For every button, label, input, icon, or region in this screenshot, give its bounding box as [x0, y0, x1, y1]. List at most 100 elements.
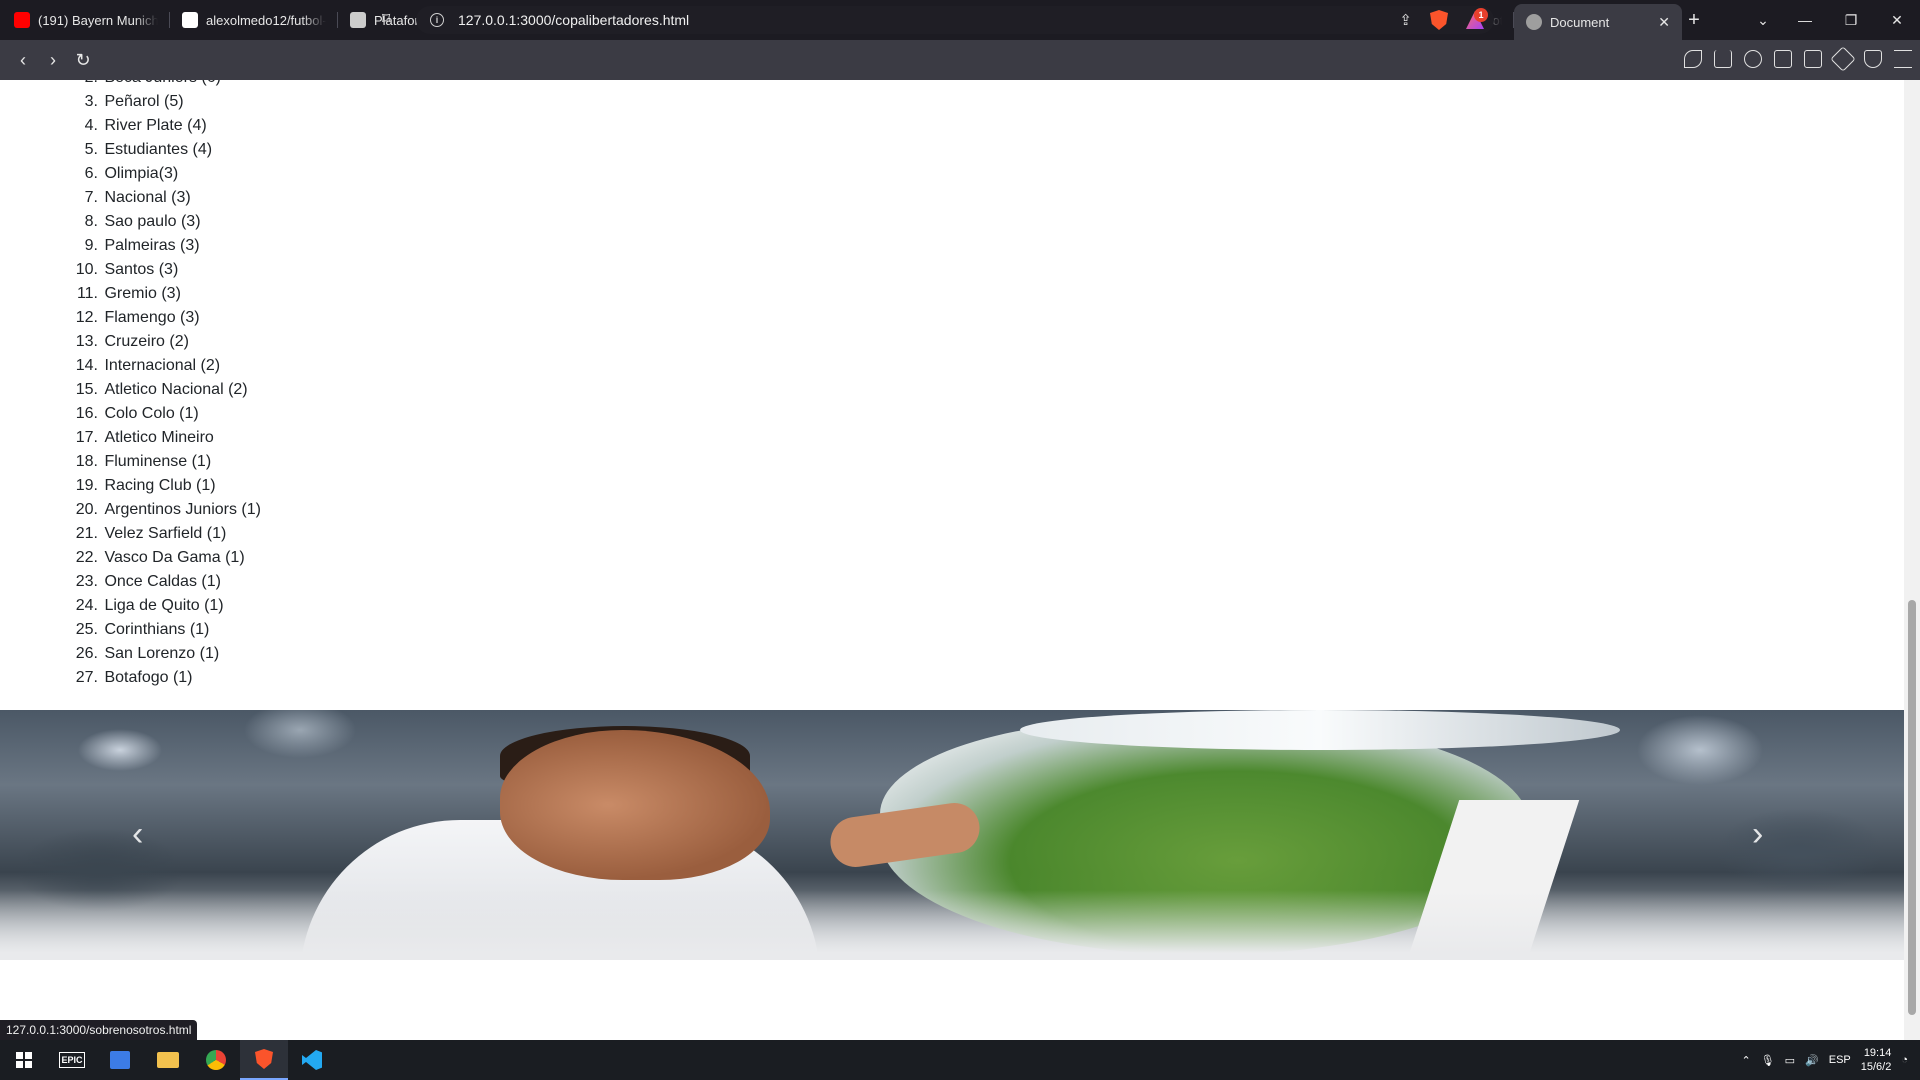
list-item: 15. Atletico Nacional (2) — [0, 378, 600, 402]
carousel-prev-icon[interactable]: ‹ — [132, 815, 143, 854]
epic-games-label: EPIC — [59, 1052, 85, 1068]
restore-button[interactable]: ❐ — [1828, 0, 1874, 40]
menu-icon[interactable] — [1894, 50, 1912, 68]
brave-taskbar-icon[interactable] — [240, 1040, 288, 1080]
list-item-label: Vasco Da Gama (1) — [104, 549, 245, 566]
list-item-number: 24. — [75, 597, 98, 614]
tab-0[interactable]: (191) Bayern Munich 1 — [2, 0, 170, 40]
list-item-number: 10. — [75, 261, 98, 278]
scrollbar-thumb[interactable] — [1908, 600, 1916, 1015]
close-tab-icon[interactable]: ✕ — [1658, 14, 1670, 31]
list-item-label: Corinthians (1) — [104, 621, 210, 638]
share-icon[interactable]: ⇪ — [1399, 11, 1412, 29]
tab-title: (191) Bayern Munich 1 — [38, 12, 158, 28]
extensions-icon[interactable] — [1684, 50, 1702, 68]
list-item-label: Argentinos Juniors (1) — [104, 501, 261, 518]
list-item-number: 7. — [84, 189, 98, 206]
github-icon — [182, 12, 198, 28]
list-item-label: Flamengo (3) — [104, 309, 200, 326]
media-icon[interactable] — [1744, 50, 1762, 68]
list-item-label: Fluminense (1) — [104, 453, 212, 470]
list-item-label: Once Caldas (1) — [104, 573, 221, 590]
list-item: 19. Racing Club (1) — [0, 474, 600, 498]
reload-button[interactable]: ↻ — [68, 45, 98, 75]
tray-overflow-icon[interactable]: ⌃ — [1741, 1054, 1750, 1067]
file-explorer-icon[interactable] — [144, 1040, 192, 1080]
clock[interactable]: 19:14 15/6/2 — [1861, 1046, 1892, 1074]
store-icon[interactable] — [96, 1040, 144, 1080]
brave-shields-icon[interactable] — [1430, 10, 1448, 30]
new-tab-button[interactable]: + — [1676, 0, 1712, 40]
list-item: 24. Liga de Quito (1) — [0, 594, 600, 618]
list-item-label: River Plate (4) — [104, 117, 207, 134]
list-item-number: 11. — [76, 285, 98, 302]
address-bar[interactable]: i 127.0.0.1:3000/copalibertadores.html ⇪ — [416, 6, 1494, 34]
list-item: 22. Vasco Da Gama (1) — [0, 546, 600, 570]
downloads-icon[interactable] — [1714, 50, 1732, 68]
list-item-label: Atletico Mineiro — [104, 429, 214, 446]
list-item-number: 4. — [84, 117, 98, 134]
youtube-icon — [14, 12, 30, 28]
list-item-label: Liga de Quito (1) — [104, 597, 224, 614]
vscode-icon[interactable] — [288, 1040, 336, 1080]
volume-icon[interactable]: 🔊 — [1805, 1054, 1819, 1067]
list-item-number: 22. — [75, 549, 98, 566]
page-scrollbar[interactable] — [1904, 80, 1920, 1040]
forward-button[interactable]: › — [38, 45, 68, 75]
clock-date: 15/6/2 — [1860, 1061, 1892, 1073]
tab-1[interactable]: alexolmedo12/futbol- — [170, 0, 338, 40]
list-item-number: 23. — [75, 573, 98, 590]
close-window-button[interactable]: ✕ — [1874, 0, 1920, 40]
minimize-button[interactable]: — — [1782, 0, 1828, 40]
globe-icon — [1526, 14, 1542, 30]
list-item: 18. Fluminense (1) — [0, 450, 600, 474]
vpn-shield-icon[interactable] — [1864, 50, 1882, 68]
list-item-number: 15. — [75, 381, 98, 398]
wallet-icon[interactable] — [1804, 50, 1822, 68]
back-button[interactable]: ‹ — [8, 45, 38, 75]
language-indicator[interactable]: ESP — [1829, 1054, 1851, 1066]
epic-games-icon[interactable]: EPIC — [48, 1040, 96, 1080]
list-item-label: Botafogo (1) — [104, 669, 193, 686]
list-item-label: Palmeiras (3) — [104, 237, 200, 254]
list-item-label: Atletico Nacional (2) — [104, 381, 248, 398]
chrome-icon[interactable] — [192, 1040, 240, 1080]
list-item: 4. River Plate (4) — [0, 114, 600, 138]
list-item: 2. Boca Juniors (6) — [0, 80, 600, 90]
list-item: 11. Gremio (3) — [0, 282, 600, 306]
list-item-label: San Lorenzo (1) — [104, 645, 220, 662]
list-item-number: 13. — [75, 333, 98, 350]
list-item-label: Colo Colo (1) — [104, 405, 199, 422]
image-carousel: ‹ › — [0, 710, 1904, 960]
network-icon[interactable]: ▭ — [1785, 1054, 1795, 1067]
list-item-label: Velez Sarfield (1) — [104, 525, 227, 542]
bookmark-icon[interactable]: ⌑ — [382, 9, 390, 29]
list-item-label: Boca Juniors (6) — [104, 80, 221, 90]
list-item-number: 3. — [84, 93, 98, 110]
tab-list-dropdown-icon[interactable]: ⌄ — [1740, 0, 1786, 40]
list-item: 9. Palmeiras (3) — [0, 234, 600, 258]
microphone-icon[interactable]: 🎙 — [1761, 1054, 1775, 1067]
tab-document[interactable]: Document ✕ — [1514, 4, 1682, 40]
list-item-number: 27. — [75, 669, 98, 686]
elearning-icon — [350, 12, 366, 28]
tab-title: Document — [1550, 14, 1610, 30]
carousel-next-icon[interactable]: › — [1752, 815, 1763, 854]
start-button[interactable] — [0, 1040, 48, 1080]
sidebar-icon[interactable] — [1774, 50, 1792, 68]
list-item-number: 5. — [84, 141, 98, 158]
list-item-number: 14. — [75, 357, 98, 374]
site-info-icon[interactable]: i — [430, 13, 444, 27]
address-url[interactable]: 127.0.0.1:3000/copalibertadores.html — [458, 12, 689, 28]
link-status-url: 127.0.0.1:3000/sobrenosotros.html — [0, 1020, 198, 1040]
carousel-image — [0, 710, 1904, 960]
list-item-label: Gremio (3) — [104, 285, 181, 302]
list-item-label: Nacional (3) — [104, 189, 191, 206]
list-item-number: 16. — [75, 405, 98, 422]
list-item-label: Santos (3) — [104, 261, 179, 278]
windows-taskbar: EPIC ⌃ 🎙 ▭ 🔊 ESP 19:14 15/6/2 ◔ — [0, 1040, 1920, 1080]
notifications-icon[interactable]: ◔ — [1901, 1054, 1908, 1066]
list-item: 13. Cruzeiro (2) — [0, 330, 600, 354]
clock-time: 19:14 — [1863, 1047, 1892, 1059]
leo-ai-icon[interactable] — [1830, 46, 1856, 72]
